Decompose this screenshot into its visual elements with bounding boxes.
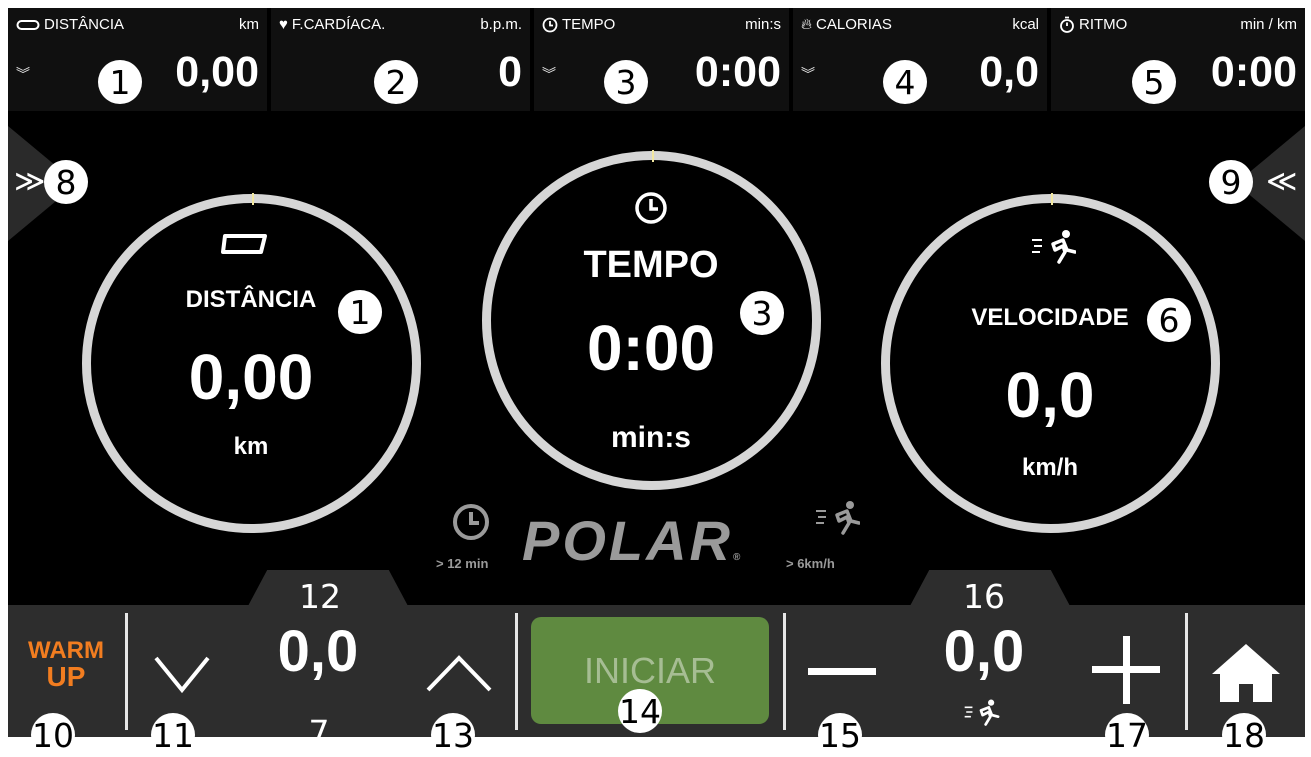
chevron-down-icon[interactable]: ︾ [801,64,815,84]
tempo-dial-unit: min:s [610,421,691,454]
top-cell-tempo[interactable]: TEMPO min:s ︾ 0:00 [534,8,789,111]
callout-18: 18 [1222,713,1266,757]
top-distancia-unit: km [239,16,259,33]
speed-value: 0,0 [943,619,1025,684]
warmup-line2: UP [46,661,86,692]
top-tempo-label: TEMPO [562,16,616,33]
top-ritmo-value: 0:00 [1210,48,1297,96]
treadmill-console-screen: DISTÂNCIA km ︾ 0,00 ♥ F.CARDÍACA. b.p.m. … [8,8,1305,737]
divider [783,613,786,730]
top-ritmo-unit: min / km [1240,16,1297,33]
clock-icon [453,504,489,540]
plus-icon [1123,636,1130,704]
top-fcardiaca-unit: b.p.m. [480,16,522,33]
registered-mark: ® [733,552,741,563]
polar-speed-hint: > 6km/h [786,556,835,571]
divider [515,613,518,730]
tempo-dial-value: 0:00 [586,312,716,384]
dial-marker [251,193,254,205]
dial-marker [651,150,654,162]
callout-12: 12 [299,576,341,616]
top-tempo-unit: min:s [745,16,781,33]
callout-2-top: 2 [374,60,418,104]
clock-icon [635,192,667,224]
callout-4-top: 4 [883,60,927,104]
top-cell-distancia[interactable]: DISTÂNCIA km ︾ 0,00 [8,8,267,111]
callout-1-top: 1 [98,60,142,104]
callout-17: 17 [1105,713,1149,757]
runner-icon [964,699,1000,726]
top-ritmo-label: RITMO [1079,16,1128,33]
top-distancia-value: 0,00 [175,48,259,96]
polar-logo: POLAR® [522,508,772,572]
chevron-down-icon[interactable] [152,654,212,694]
top-tempo-value: 0:00 [694,48,781,96]
incline-value: 0,0 [277,619,359,684]
top-distancia-label: DISTÂNCIA [44,16,125,33]
tempo-dial-title: TEMPO [583,244,719,286]
callout-9: 9 [1209,160,1253,204]
runner-icon [816,501,860,535]
callout-16: 16 [963,576,1005,616]
top-cell-ritmo[interactable]: RITMO min / km 0:00 [1051,8,1305,111]
plus-button[interactable] [1092,636,1160,704]
callout-15: 15 [818,713,862,757]
shoe-icon [16,19,40,30]
callout-11: 11 [151,713,195,757]
shoe-icon [221,234,267,254]
stopwatch-icon [1060,16,1074,33]
callout-13: 13 [431,713,475,757]
top-calorias-label: CALORIAS [816,16,892,33]
callout-14: 14 [618,689,662,733]
callout-5-top: 5 [1132,60,1176,104]
velocidade-dial-value: 0,0 [1005,359,1095,431]
callout-8: 8 [44,160,88,204]
home-icon[interactable] [1208,640,1284,704]
callout-1-dial: 1 [338,290,382,334]
top-calorias-value: 0,0 [979,48,1039,96]
callout-7: 7 [308,712,330,752]
expand-left-icon[interactable]: ≪ [1266,164,1297,199]
heart-icon: ♥ [279,16,288,33]
callout-3-dial: 3 [740,291,784,335]
runner-icon [1032,230,1076,264]
chevron-up-icon[interactable] [424,654,494,694]
divider [125,613,128,730]
chevron-down-icon[interactable]: ︾ [16,64,30,84]
top-fcardiaca-label: F.CARDÍACA. [291,16,386,33]
dial-marker [1050,193,1053,205]
top-fcardiaca-value: 0 [498,48,522,96]
clock-icon [542,17,558,32]
velocidade-dial-title: VELOCIDADE [971,304,1129,331]
polar-time-hint: > 12 min [436,556,489,571]
minus-button[interactable] [808,668,876,675]
callout-3-top: 3 [604,60,648,104]
expand-right-icon[interactable]: ≫ [14,164,45,199]
distancia-dial-unit: km [233,433,269,460]
divider [1185,613,1188,730]
start-button-label: INICIAR [583,649,716,691]
polar-logo-text: POLAR [522,509,733,572]
callout-10: 10 [31,713,75,757]
distancia-dial-title: DISTÂNCIA [185,286,317,313]
flame-icon: 🔥︎ [801,16,813,33]
distancia-dial-value: 0,00 [188,341,314,413]
warmup-button[interactable]: WARM UP [16,638,116,692]
top-calorias-unit: kcal [1012,16,1039,33]
chevron-down-icon[interactable]: ︾ [542,64,556,84]
velocidade-dial-unit: km/h [1021,454,1078,481]
callout-6: 6 [1147,298,1191,342]
